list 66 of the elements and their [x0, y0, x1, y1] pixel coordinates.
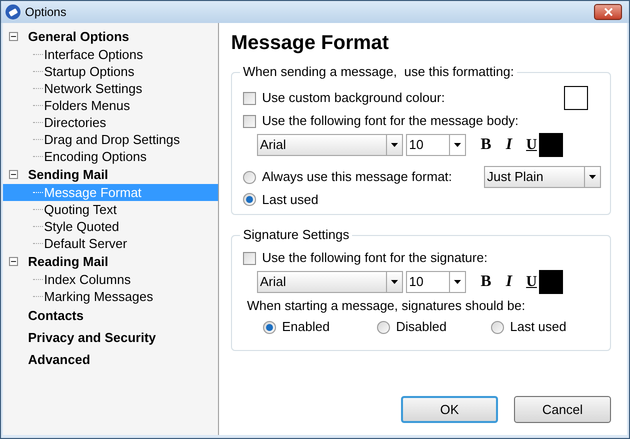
tree-item[interactable]: Style Quoted: [3, 218, 218, 235]
collapse-icon[interactable]: [9, 257, 18, 266]
tree-item[interactable]: Quoting Text: [3, 201, 218, 218]
group-title: Signature Settings: [240, 227, 352, 243]
checkbox-label: Use the following font for the signature:: [262, 249, 488, 268]
collapse-icon[interactable]: [9, 32, 18, 41]
colour-swatch[interactable]: [564, 86, 588, 110]
tree-item[interactable]: Startup Options: [3, 63, 218, 80]
radio-label: Enabled: [282, 318, 330, 336]
close-button[interactable]: [594, 4, 622, 20]
tree-item[interactable]: Privacy and Security: [27, 328, 157, 348]
tree-item[interactable]: Advanced: [27, 350, 92, 370]
colour-swatch[interactable]: [539, 133, 563, 157]
tree-item[interactable]: General Options: [27, 26, 130, 46]
close-icon: [604, 8, 612, 16]
size-dropdown[interactable]: 10: [406, 271, 466, 293]
dialog-button[interactable]: Cancel: [514, 396, 611, 423]
checkbox[interactable]: [243, 114, 256, 128]
tree-item[interactable]: Sending Mail: [27, 164, 110, 184]
colour-swatch[interactable]: [539, 270, 563, 294]
caret-icon: [454, 280, 461, 284]
italic-button[interactable]: I: [503, 270, 515, 294]
tree-item[interactable]: Contacts: [27, 306, 85, 326]
collapse-icon[interactable]: [9, 170, 18, 179]
radio-label: Disabled: [396, 318, 447, 336]
dialog-button[interactable]: OK: [401, 396, 498, 423]
checkbox-label: Use custom background colour:: [262, 89, 445, 108]
tree-item[interactable]: Directories: [3, 114, 218, 131]
radio-button[interactable]: [243, 170, 256, 184]
radio-button[interactable]: [263, 320, 276, 334]
radio-label: Last used: [510, 318, 566, 336]
underline-button[interactable]: U: [525, 134, 538, 156]
tree-item[interactable]: Folders Menus: [3, 97, 218, 114]
tree-item[interactable]: Default Server: [3, 235, 218, 252]
radio-label: Last used: [262, 191, 320, 209]
font-dropdown[interactable]: Arial: [257, 134, 403, 156]
radio-button[interactable]: [243, 193, 256, 206]
window-title: Options: [25, 4, 66, 21]
page-title: Message Format: [231, 31, 390, 56]
prompt-text: When starting a message, signatures should be:: [247, 296, 526, 315]
radio-button[interactable]: [491, 320, 504, 334]
tree-item[interactable]: Drag and Drop Settings: [3, 131, 218, 148]
tree-item[interactable]: Encoding Options: [3, 148, 218, 165]
caret-icon: [454, 143, 461, 147]
tree-item[interactable]: Reading Mail: [27, 252, 110, 272]
tree-item[interactable]: Network Settings: [3, 80, 218, 97]
checkbox[interactable]: [243, 92, 256, 104]
tree-item[interactable]: Marking Messages: [3, 288, 218, 305]
tree-item[interactable]: Index Columns: [3, 271, 218, 288]
bold-button[interactable]: B: [479, 270, 493, 294]
tree-item[interactable]: Interface Options: [3, 46, 218, 63]
checkbox[interactable]: [243, 252, 256, 264]
app-icon: [5, 4, 21, 20]
bold-button[interactable]: B: [479, 133, 493, 157]
underline-button[interactable]: U: [525, 270, 538, 294]
italic-button[interactable]: I: [503, 133, 515, 157]
caret-icon: [391, 280, 398, 284]
radio-label: Always use this message format:: [262, 168, 454, 186]
caret-icon: [391, 143, 398, 147]
caret-icon: [589, 175, 596, 179]
group-title: When sending a message, use this formatting:: [240, 64, 517, 80]
format-dropdown[interactable]: Just Plain: [484, 166, 601, 188]
size-dropdown[interactable]: 10: [406, 134, 466, 156]
radio-button[interactable]: [377, 320, 390, 334]
checkbox-label: Use the following font for the message body:: [262, 112, 519, 130]
font-dropdown[interactable]: Arial: [257, 271, 403, 293]
